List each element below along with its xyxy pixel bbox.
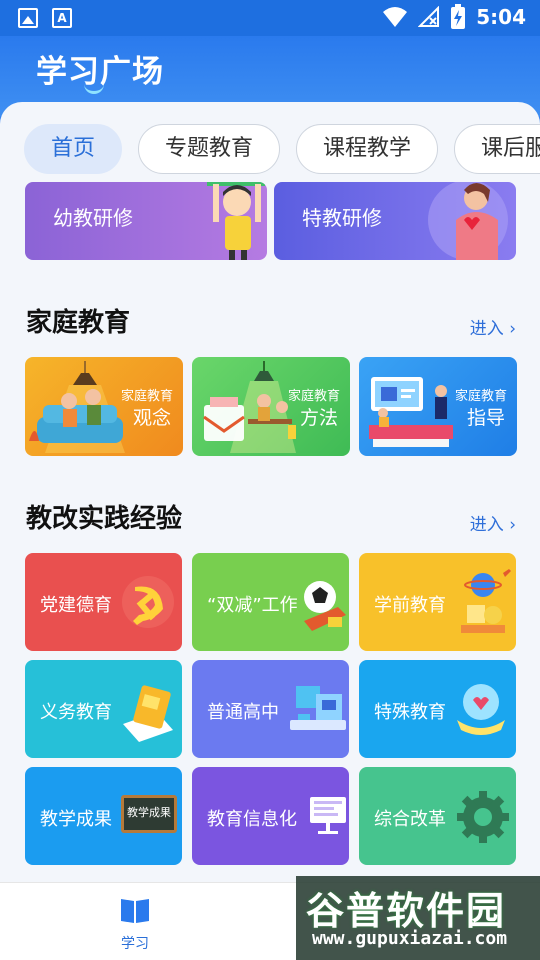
study-desk-illustration-icon: [203, 361, 296, 453]
smile-decoration-icon: [84, 84, 104, 94]
practice-card-compulsory[interactable]: 义务教育: [25, 660, 182, 758]
card-label: 教学成果: [40, 809, 112, 830]
status-bar: A 5:04: [0, 0, 540, 36]
card-label: 党建德育: [40, 595, 112, 616]
text-notification-icon: A: [52, 8, 72, 28]
family-card-concept[interactable]: 家庭教育 观念: [25, 357, 183, 456]
card-label: 教育信息化: [207, 809, 297, 830]
banner-preschool-training[interactable]: 幼教研修: [25, 182, 267, 260]
banner-special-education-training[interactable]: 特教研修: [274, 182, 516, 260]
tab-course-teaching[interactable]: 课程教学: [296, 124, 439, 174]
card-caption: 家庭教育: [454, 389, 507, 404]
family-education-enter-link[interactable]: 进入 ›: [470, 314, 516, 339]
tab-topic-education[interactable]: 专题教育: [138, 124, 281, 174]
practice-card-teaching-results[interactable]: 教学成果 教学成果: [25, 767, 182, 865]
main-content: 首页 专题教育 课程教学 课后服 幼教研修 特教研修 家庭教育 进入 › 家庭教…: [0, 102, 540, 882]
gear-icon: [457, 791, 509, 843]
practice-card-party-building[interactable]: 党建德育: [25, 553, 182, 651]
card-label: 特殊教育: [374, 702, 446, 723]
card-label: 学前教育: [374, 595, 446, 616]
campus-screen-icon: [290, 686, 346, 730]
heart-hands-icon: [457, 684, 505, 735]
card-label: 义务教育: [40, 702, 112, 723]
watermark-url: www.gupuxiazai.com: [312, 928, 508, 949]
section-title-family-education: 家庭教育: [26, 308, 131, 338]
tab-home[interactable]: 首页: [24, 124, 123, 174]
card-title: 方法: [299, 407, 338, 429]
section-title-reform-practice: 教改实践经验: [26, 504, 183, 534]
card-label: 综合改革: [374, 809, 446, 830]
card-label: “双减”工作: [207, 595, 298, 616]
globe-toys-icon: [461, 569, 511, 633]
wifi-icon: [383, 7, 408, 27]
card-title: 指导: [466, 407, 505, 429]
watermark: 谷普软件园 www.gupuxiazai.com: [296, 876, 540, 960]
child-holding-books-icon: [207, 182, 265, 260]
family-card-guidance[interactable]: 家庭教育 指导: [359, 357, 517, 456]
clock: 5:04: [476, 5, 526, 29]
tab-bar: 首页 专题教育 课程教学 课后服: [24, 124, 540, 174]
nav-item-study[interactable]: 学习: [100, 897, 170, 953]
nav-label: 学习: [121, 936, 149, 952]
soccer-ball-icon: [304, 581, 346, 631]
practice-card-preschool[interactable]: 学前教育: [359, 553, 516, 651]
family-sofa-illustration-icon: [29, 361, 125, 453]
no-signal-icon: [418, 6, 440, 27]
battery-charging-icon: [451, 4, 466, 29]
card-label: 普通高中: [207, 702, 279, 723]
card-caption: 家庭教育: [120, 389, 173, 404]
blackboard-icon: 教学成果: [121, 795, 177, 833]
practice-card-double-reduction[interactable]: “双减”工作: [192, 553, 349, 651]
family-card-method[interactable]: 家庭教育 方法: [192, 357, 350, 456]
practice-card-high-school[interactable]: 普通高中: [192, 660, 349, 758]
book-icon: [121, 899, 149, 923]
practice-card-special-education[interactable]: 特殊教育: [359, 660, 516, 758]
monitor-icon: [310, 797, 346, 834]
reform-practice-enter-link[interactable]: 进入 ›: [470, 510, 516, 535]
watermark-title: 谷普软件园: [306, 889, 507, 933]
tab-after-school[interactable]: 课后服: [454, 124, 540, 174]
card-caption: 家庭教育: [287, 389, 340, 404]
practice-card-comprehensive-reform[interactable]: 综合改革: [359, 767, 516, 865]
books-icon: [123, 685, 173, 742]
lecture-screen-illustration-icon: [369, 377, 453, 447]
banner-label: 特教研修: [302, 206, 382, 230]
card-title: 观念: [132, 407, 171, 429]
heart-hug-icon: [428, 182, 508, 260]
hammer-sickle-icon: [122, 576, 174, 628]
practice-card-informatization[interactable]: 教育信息化: [192, 767, 349, 865]
banner-label: 幼教研修: [53, 206, 133, 230]
image-notification-icon: [18, 8, 38, 28]
